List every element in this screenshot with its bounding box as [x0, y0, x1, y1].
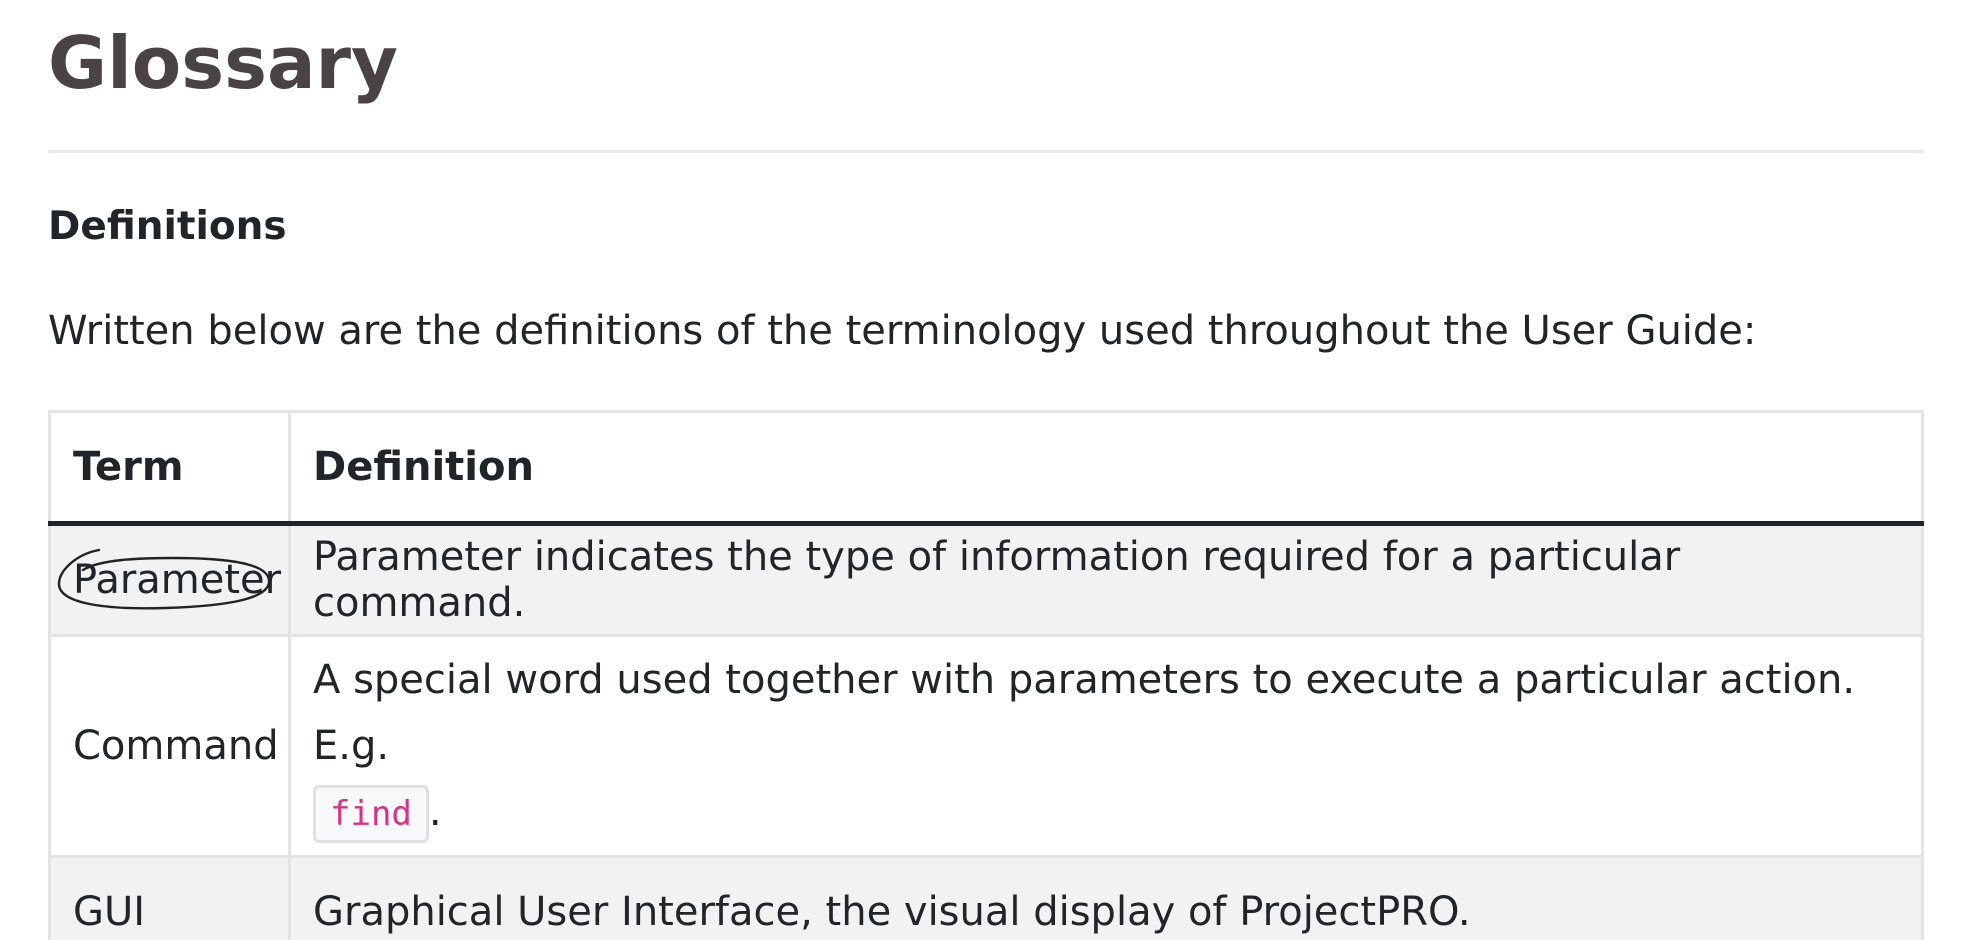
definition-cell: A special word used together with parame…	[288, 634, 1924, 858]
definition-text: A special word used together with parame…	[313, 657, 1856, 769]
title-divider	[48, 150, 1924, 153]
definition-text: Parameter indicates the type of informat…	[313, 534, 1681, 626]
table-row: Parameter Parameter indicates the type o…	[48, 522, 1924, 637]
glossary-table: Term Definition Parameter Parameter indi…	[48, 410, 1924, 940]
definition-trailing-period: .	[428, 789, 442, 835]
definition-text: Graphical User Interface, the visual dis…	[313, 889, 1471, 935]
header-term: Term	[48, 410, 291, 526]
term-cell: Parameter	[48, 522, 291, 637]
definition-cell: Graphical User Interface, the visual dis…	[288, 855, 1924, 940]
term-cell: GUI	[48, 855, 291, 940]
term-cell: Command	[48, 634, 291, 858]
term-text: Parameter	[73, 557, 282, 603]
definition-cell: Parameter indicates the type of informat…	[288, 522, 1924, 637]
header-definition: Definition	[288, 410, 1924, 526]
term-text: GUI	[73, 889, 146, 935]
section-heading: Definitions	[48, 204, 287, 249]
inline-code-find: find	[313, 785, 429, 843]
term-text: Command	[73, 723, 279, 769]
page-title: Glossary	[48, 21, 398, 105]
table-row: Command A special word used together wit…	[48, 634, 1924, 858]
intro-paragraph: Written below are the definitions of the…	[48, 308, 1757, 354]
table-header-row: Term Definition	[48, 410, 1924, 526]
table-row: GUI Graphical User Interface, the visual…	[48, 855, 1924, 940]
